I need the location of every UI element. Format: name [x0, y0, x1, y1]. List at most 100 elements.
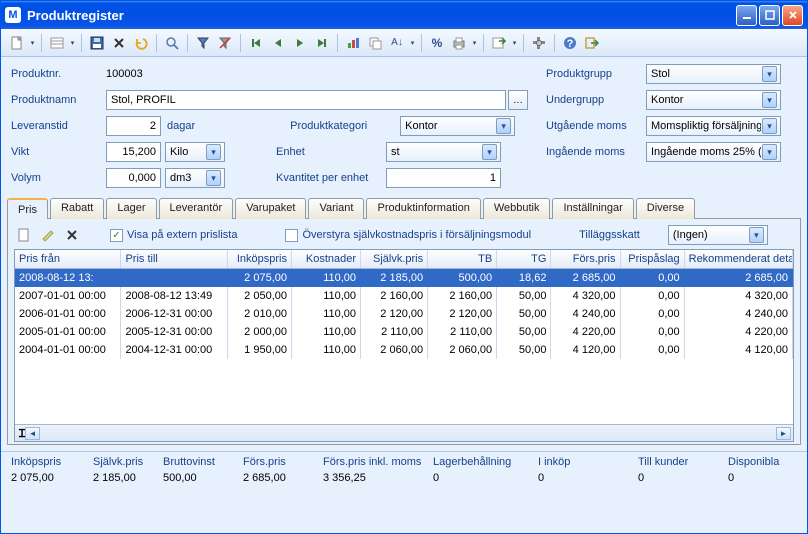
search-icon[interactable] [162, 33, 182, 53]
table-cell: 0,00 [621, 305, 685, 323]
table-row[interactable]: 2007-01-01 00:002008-08-12 13:492 050,00… [15, 287, 793, 305]
go-dropdown-icon[interactable]: ▾ [511, 39, 518, 47]
tab-diverse[interactable]: Diverse [636, 198, 695, 219]
tab-inställningar[interactable]: Inställningar [552, 198, 633, 219]
filter-icon[interactable] [193, 33, 213, 53]
column-header[interactable]: Självk.pris [361, 250, 428, 268]
settings-icon[interactable] [529, 33, 549, 53]
tab-lager[interactable]: Lager [106, 198, 156, 219]
exit-icon[interactable] [582, 33, 602, 53]
column-header[interactable]: Prispåslag [621, 250, 685, 268]
produktkategori-combo[interactable]: Kontor [400, 116, 515, 136]
column-header[interactable]: TB [428, 250, 497, 268]
table-cell: 2 060,00 [361, 341, 428, 359]
tab-variant[interactable]: Variant [308, 198, 364, 219]
column-header[interactable]: Rekommenderat deta [685, 250, 793, 268]
table-cell: 4 120,00 [551, 341, 620, 359]
copy-icon[interactable] [365, 33, 385, 53]
print-icon[interactable] [449, 33, 469, 53]
chevron-down-icon [762, 144, 777, 160]
kvantitet-input[interactable] [386, 168, 501, 188]
titlebar[interactable]: M Produktregister [1, 1, 807, 29]
new-icon[interactable] [7, 33, 27, 53]
overstyra-checkbox[interactable]: Överstyra självkostnadspris i försäljnin… [285, 229, 531, 242]
status-value: 3 356,25 [323, 472, 433, 484]
produktnamn-input[interactable] [106, 90, 506, 110]
prev-icon[interactable] [268, 33, 288, 53]
product-register-window: M Produktregister ▾ ▾ [0, 0, 808, 534]
column-header[interactable]: Inköpspris [228, 250, 292, 268]
table-cell: 50,00 [497, 305, 551, 323]
undergrupp-combo[interactable]: Kontor [646, 90, 781, 110]
list-icon[interactable] [47, 33, 67, 53]
ing-moms-value: Ingående moms 25% (3 [651, 146, 761, 158]
enhet-combo[interactable]: st [386, 142, 501, 162]
status-label: Självk.pris [93, 456, 163, 468]
tab-varupaket[interactable]: Varupaket [235, 198, 306, 219]
delete-icon[interactable] [109, 33, 129, 53]
grid-body[interactable]: 2008-08-12 13:2 075,00110,002 185,00500,… [15, 269, 793, 424]
tab-rabatt[interactable]: Rabatt [50, 198, 104, 219]
column-header[interactable]: TG [497, 250, 551, 268]
next-icon[interactable] [290, 33, 310, 53]
tab-webbutik[interactable]: Webbutik [483, 198, 551, 219]
table-row[interactable]: 2008-08-12 13:2 075,00110,002 185,00500,… [15, 269, 793, 287]
volym-input[interactable] [106, 168, 161, 188]
close-button[interactable] [782, 5, 803, 26]
leveranstid-input[interactable] [106, 116, 161, 136]
utg-moms-combo[interactable]: Momspliktig försäljning 2 [646, 116, 781, 136]
undo-icon[interactable] [131, 33, 151, 53]
column-header[interactable]: Pris från [15, 250, 121, 268]
table-cell: 4 320,00 [551, 287, 620, 305]
table-cell: 2 160,00 [361, 287, 428, 305]
chevron-down-icon [762, 118, 777, 134]
main-toolbar: ▾ ▾ A↓ ▾ % ▾ ▾ ? [1, 29, 807, 57]
first-icon[interactable] [246, 33, 266, 53]
overstyra-label: Överstyra självkostnadspris i försäljnin… [302, 229, 531, 241]
panel-new-icon[interactable] [14, 225, 34, 245]
tab-produktinformation[interactable]: Produktinformation [366, 198, 480, 219]
status-label: Disponibla [728, 456, 808, 468]
table-cell: 2 075,00 [228, 269, 292, 287]
help-icon[interactable]: ? [560, 33, 580, 53]
last-icon[interactable] [312, 33, 332, 53]
save-icon[interactable] [87, 33, 107, 53]
maximize-button[interactable] [759, 5, 780, 26]
percent-icon[interactable]: % [427, 33, 447, 53]
visa-extern-checkbox[interactable]: ✓ Visa på extern prislista [110, 229, 237, 242]
column-header[interactable]: Pris till [121, 250, 227, 268]
new-dropdown-icon[interactable]: ▾ [29, 39, 36, 47]
produktgrupp-combo[interactable]: Stol [646, 64, 781, 84]
ing-moms-label: Ingående moms [546, 146, 646, 158]
print-dropdown-icon[interactable]: ▾ [471, 39, 478, 47]
table-row[interactable]: 2005-01-01 00:002005-12-31 00:002 000,00… [15, 323, 793, 341]
price-grid: Pris frånPris tillInköpsprisKostnaderSjä… [14, 249, 794, 442]
table-row[interactable]: 2006-01-01 00:002006-12-31 00:002 010,00… [15, 305, 793, 323]
chart-icon[interactable] [343, 33, 363, 53]
produktnamn-lookup-button[interactable]: … [508, 90, 528, 110]
sort-icon[interactable]: A↓ [387, 33, 407, 53]
table-cell: 4 240,00 [685, 305, 793, 323]
minimize-button[interactable] [736, 5, 757, 26]
grid-scrollbar[interactable]: Ɪ ◄ ► [15, 424, 793, 441]
table-row[interactable]: 2004-01-01 00:002004-12-31 00:001 950,00… [15, 341, 793, 359]
list-dropdown-icon[interactable]: ▾ [69, 39, 76, 47]
ing-moms-combo[interactable]: Ingående moms 25% (3 [646, 142, 781, 162]
filter-off-icon[interactable] [215, 33, 235, 53]
tab-leverantör[interactable]: Leverantör [159, 198, 234, 219]
panel-edit-icon[interactable] [38, 225, 58, 245]
panel-delete-icon[interactable] [62, 225, 82, 245]
column-header[interactable]: Kostnader [292, 250, 361, 268]
scroll-left-icon[interactable]: ◄ [25, 427, 40, 440]
chevron-down-icon [206, 144, 221, 160]
tillaggsskatt-combo[interactable]: (Ingen) [668, 225, 768, 245]
tab-pris[interactable]: Pris [7, 198, 48, 219]
volym-unit-combo[interactable]: dm3 [165, 168, 225, 188]
column-header[interactable]: Förs.pris [551, 250, 620, 268]
scroll-right-icon[interactable]: ► [776, 427, 791, 440]
sort-dropdown-icon[interactable]: ▾ [409, 39, 416, 47]
go-icon[interactable] [489, 33, 509, 53]
vikt-input[interactable] [106, 142, 161, 162]
table-cell: 110,00 [292, 269, 361, 287]
vikt-unit-combo[interactable]: Kilo [165, 142, 225, 162]
